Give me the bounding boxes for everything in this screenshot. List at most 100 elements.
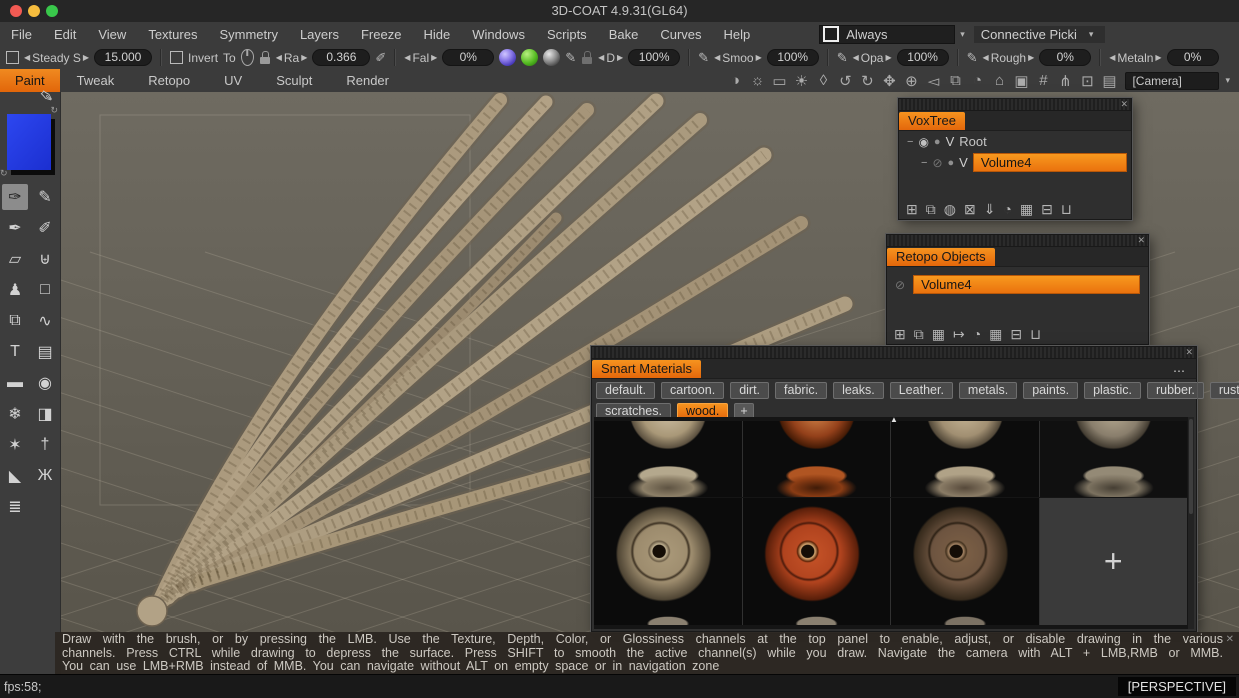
arrow-left-icon[interactable]: ◀: [598, 53, 604, 62]
material-wood-mahogany-pedestal[interactable]: [743, 421, 891, 497]
arrow-left-icon[interactable]: ◀: [404, 53, 410, 62]
voxtree-close-icon[interactable]: ✕: [1120, 99, 1128, 110]
iron-tool[interactable]: ◣: [2, 463, 28, 489]
collapse-icon[interactable]: −: [921, 157, 927, 169]
voxtree-tab[interactable]: VoxTree: [899, 112, 965, 130]
brush-preview-mid-icon[interactable]: [521, 49, 538, 66]
menu-item[interactable]: Layers: [289, 27, 350, 42]
material-wood-rings-orange[interactable]: [743, 498, 891, 625]
magic-wand-tool[interactable]: ✶: [2, 432, 28, 458]
collapse-icon[interactable]: −: [907, 136, 913, 148]
menu-item[interactable]: Windows: [461, 27, 536, 42]
mannequin-icon[interactable]: ⋔: [1054, 72, 1076, 90]
smoothing-stepper[interactable]: ◀ Smoo ▶: [714, 51, 762, 65]
always-dropdown-arrow-icon[interactable]: ▾: [955, 29, 970, 40]
steady-stroke-checkbox[interactable]: [6, 51, 19, 64]
material-category-tab[interactable]: rubber.: [1147, 382, 1204, 399]
materials-close-icon[interactable]: ✕: [1185, 347, 1193, 358]
arrow-right-icon[interactable]: ▶: [885, 53, 891, 62]
voxel-mode-icon[interactable]: V: [946, 134, 955, 149]
menu-item[interactable]: Bake: [598, 27, 650, 42]
room-tab[interactable]: Tweak: [60, 69, 132, 92]
spray-tool[interactable]: ⊎: [32, 246, 58, 272]
hint-close-icon[interactable]: ✕: [1226, 634, 1234, 645]
menu-item[interactable]: Curves: [649, 27, 712, 42]
material-category-tab[interactable]: metals.: [959, 382, 1017, 399]
subdivide-icon[interactable]: ▦: [932, 327, 945, 341]
arrow-right-icon[interactable]: ▶: [1155, 53, 1161, 62]
rotate-ccw-icon[interactable]: ↺: [834, 72, 856, 90]
import-model-icon[interactable]: ⇓: [984, 202, 996, 216]
stamp-tool[interactable]: ♟: [2, 277, 28, 303]
add-volume-icon[interactable]: ⊞: [906, 202, 918, 216]
lock-depth-icon[interactable]: [581, 51, 593, 64]
steady-value-field[interactable]: 15.000: [94, 49, 152, 66]
steady-stepper[interactable]: ◀ Steady S ▶: [24, 51, 89, 65]
radius-value-field[interactable]: 0.366: [312, 49, 370, 66]
zoom-icon[interactable]: ⊕: [900, 72, 922, 90]
material-category-tab[interactable]: Leather.: [890, 382, 953, 399]
material-category-tab[interactable]: dirt.: [730, 382, 769, 399]
picking-mode-dropdown[interactable]: Connective Picki ▾: [974, 26, 1106, 43]
delete-group-icon[interactable]: ⊔: [1030, 327, 1041, 341]
import-mesh-icon[interactable]: ↦: [953, 327, 965, 341]
room-tab[interactable]: UV: [207, 69, 259, 92]
minimize-window-button[interactable]: [28, 5, 40, 17]
room-tab[interactable]: Sculpt: [259, 69, 329, 92]
text-tool[interactable]: T: [2, 339, 28, 365]
arrow-left-icon[interactable]: ◀: [853, 53, 859, 62]
panel-menu-icon[interactable]: ⋯: [1173, 364, 1196, 378]
arrow-left-icon[interactable]: ◀: [24, 53, 30, 62]
camera-angle-icon[interactable]: ◅: [922, 72, 944, 90]
eraser-tool[interactable]: ▬: [2, 370, 28, 396]
scrollbar-handle[interactable]: [1189, 419, 1193, 514]
light-icon[interactable]: ☀: [790, 72, 812, 90]
to-global-space-icon[interactable]: ◔: [1003, 202, 1011, 216]
arrow-right-icon[interactable]: ▶: [1028, 53, 1034, 62]
menu-item[interactable]: Hide: [412, 27, 461, 42]
roughness-stepper[interactable]: ◀ Rough ▶: [983, 51, 1035, 65]
depth-pen-icon[interactable]: ✎: [565, 50, 576, 66]
smudge-tool[interactable]: ▱: [2, 246, 28, 272]
bake-table-icon[interactable]: ▦: [989, 327, 1002, 341]
viewport-preview-icon[interactable]: ⧉: [944, 72, 966, 89]
arrow-right-icon[interactable]: ▶: [756, 53, 762, 62]
arrow-right-icon[interactable]: ▶: [431, 53, 437, 62]
depth-stepper[interactable]: ◀ D ▶: [598, 51, 623, 65]
material-wood-grey-pedestal[interactable]: [1040, 421, 1188, 497]
brush-preview-hard-icon[interactable]: [543, 49, 560, 66]
menu-item[interactable]: Freeze: [350, 27, 412, 42]
selected-object-name[interactable]: Volume4: [913, 275, 1140, 294]
perspective-cube-icon[interactable]: ▣: [1010, 72, 1032, 90]
airbrush-tool[interactable]: ✒: [2, 215, 28, 241]
butterfly-tool[interactable]: Ж: [32, 463, 58, 489]
menu-item[interactable]: Help: [713, 27, 762, 42]
opacity-pen-icon[interactable]: ✎: [837, 50, 848, 66]
arrow-left-icon[interactable]: ◀: [983, 53, 989, 62]
scroll-up-icon[interactable]: ▲: [890, 415, 898, 424]
materials-drag-grip[interactable]: ✕: [592, 347, 1196, 359]
wet-material-icon[interactable]: ◊: [812, 72, 834, 89]
delete-volume-icon[interactable]: ⊔: [1061, 202, 1072, 216]
room-tab[interactable]: Render: [329, 69, 406, 92]
brush-tool[interactable]: ✑: [2, 184, 28, 210]
camera-dropdown[interactable]: [Camera]: [1125, 72, 1219, 90]
grid-toggle-icon[interactable]: #: [1032, 72, 1054, 89]
clear-volume-icon[interactable]: ⊠: [964, 202, 976, 216]
proxy-sphere-icon[interactable]: ●: [948, 157, 955, 169]
add-material-tile[interactable]: +: [1040, 498, 1188, 625]
projection-indicator[interactable]: [PERSPECTIVE]: [1118, 677, 1236, 696]
duplicate-group-icon[interactable]: ⧉: [914, 327, 924, 341]
smoothing-value-field[interactable]: 100%: [767, 49, 819, 66]
export-volume-icon[interactable]: ⊟: [1041, 202, 1053, 216]
menu-item[interactable]: Edit: [43, 27, 87, 42]
material-category-tab[interactable]: fabric.: [775, 382, 827, 399]
material-category-tab[interactable]: default.: [596, 382, 655, 399]
materials-scrollbar[interactable]: [1188, 417, 1194, 629]
menu-item[interactable]: View: [87, 27, 137, 42]
frame-object-icon[interactable]: ⊡: [1076, 72, 1098, 90]
metalness-value-field[interactable]: 0%: [1167, 49, 1219, 66]
arrow-left-icon[interactable]: ◀: [1109, 53, 1115, 62]
material-category-tab[interactable]: rust.: [1210, 382, 1239, 399]
relax-icon[interactable]: ◔: [973, 327, 981, 341]
